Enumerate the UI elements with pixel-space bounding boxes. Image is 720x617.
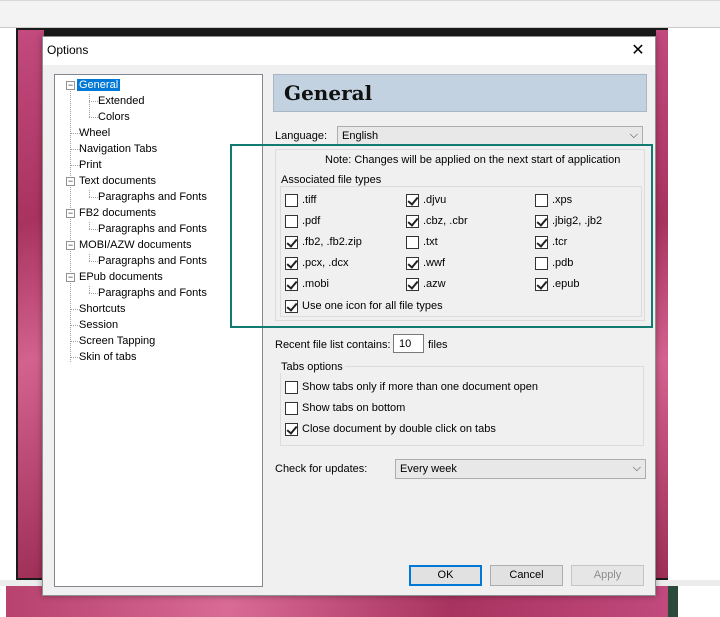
page-title: General bbox=[284, 81, 373, 105]
collapse-icon[interactable]: − bbox=[66, 273, 75, 282]
collapse-icon[interactable]: − bbox=[66, 177, 75, 186]
checkbox-label: Show tabs on bottom bbox=[302, 402, 406, 414]
tree-item-navigation-tabs[interactable]: Navigation Tabs bbox=[77, 142, 159, 157]
tree-item-label: FB2 documents bbox=[79, 207, 157, 219]
chevron-down-icon: ⌵ bbox=[629, 129, 638, 141]
tree-item-label: General bbox=[77, 79, 121, 91]
close-icon[interactable]: ✕ bbox=[621, 37, 655, 65]
tree-item-mobi-paragraphs[interactable]: Paragraphs and Fonts bbox=[96, 254, 209, 269]
tree-item-text-paragraphs[interactable]: Paragraphs and Fonts bbox=[96, 190, 209, 205]
updates-select[interactable]: Every week ⌵ bbox=[395, 459, 646, 479]
highlight-box bbox=[230, 144, 653, 328]
collapse-icon[interactable]: − bbox=[66, 241, 75, 250]
tree-item-label: Paragraphs and Fonts bbox=[98, 191, 207, 203]
recent-files-value: 10 bbox=[399, 338, 412, 350]
updates-label: Check for updates: bbox=[275, 463, 368, 475]
checkbox-box bbox=[285, 381, 298, 394]
options-dialog: Options ✕ − − − − − General Extended Col… bbox=[42, 36, 656, 596]
tree-item-text-documents[interactable]: Text documents bbox=[77, 174, 158, 189]
language-label: Language: bbox=[275, 130, 327, 142]
page-header: General bbox=[273, 74, 647, 112]
ok-button[interactable]: OK bbox=[409, 565, 482, 586]
collapse-icon[interactable]: − bbox=[66, 209, 75, 218]
tree-line-text bbox=[89, 190, 90, 197]
language-value: English bbox=[342, 130, 379, 142]
recent-files-suffix: files bbox=[428, 339, 448, 351]
tree-item-label: MOBI/AZW documents bbox=[79, 239, 192, 251]
cancel-button[interactable]: Cancel bbox=[490, 565, 563, 586]
background-corner bbox=[668, 586, 678, 617]
tree-item-extended[interactable]: Extended bbox=[96, 94, 146, 109]
chevron-down-icon: ⌵ bbox=[632, 462, 641, 474]
tree-line-fb2 bbox=[89, 222, 90, 229]
checkbox-label: Close document by double click on tabs bbox=[302, 423, 496, 435]
tree-item-label: Paragraphs and Fonts bbox=[98, 255, 207, 267]
apply-button[interactable]: Apply bbox=[571, 565, 644, 586]
tree-line-epub bbox=[89, 286, 90, 293]
tree-item-label: Paragraphs and Fonts bbox=[98, 287, 207, 299]
checkbox-box bbox=[285, 402, 298, 415]
tree-item-label: Skin of tabs bbox=[79, 351, 137, 363]
background-page-left bbox=[18, 30, 44, 578]
tree-line-root bbox=[70, 86, 71, 362]
recent-files-input[interactable]: 10 bbox=[393, 334, 424, 353]
recent-files-label: Recent file list contains: bbox=[275, 339, 391, 351]
background-page-right bbox=[656, 30, 668, 578]
tree-item-label: Session bbox=[79, 319, 119, 331]
tree-item-label: Extended bbox=[98, 95, 145, 107]
tree-item-session[interactable]: Session bbox=[77, 318, 120, 333]
tree-item-shortcuts[interactable]: Shortcuts bbox=[77, 302, 127, 317]
language-select[interactable]: English ⌵ bbox=[337, 126, 643, 145]
tree-item-epub-documents[interactable]: EPub documents bbox=[77, 270, 165, 285]
checkbox-box bbox=[285, 423, 298, 436]
toolbar-divider bbox=[0, 0, 720, 1]
tree-item-colors[interactable]: Colors bbox=[96, 110, 132, 125]
tree-item-label: Colors bbox=[98, 111, 130, 123]
tree-line-general bbox=[89, 94, 90, 117]
collapse-icon[interactable]: − bbox=[66, 81, 75, 90]
tree-item-fb2-documents[interactable]: FB2 documents bbox=[77, 206, 158, 221]
tree-item-label: Wheel bbox=[79, 127, 111, 139]
tree-item-label: Navigation Tabs bbox=[79, 143, 158, 155]
tree-item-skin-of-tabs[interactable]: Skin of tabs bbox=[77, 350, 138, 365]
tree-item-label: Shortcuts bbox=[79, 303, 126, 315]
checkbox-label: Show tabs only if more than one document… bbox=[302, 381, 539, 393]
tree-item-wheel[interactable]: Wheel bbox=[77, 126, 112, 141]
host-toolbar bbox=[0, 0, 720, 28]
tree-item-label: Paragraphs and Fonts bbox=[98, 223, 207, 235]
title-bar: Options ✕ bbox=[43, 37, 655, 65]
updates-value: Every week bbox=[400, 463, 457, 475]
tree-line-mobi bbox=[89, 254, 90, 261]
tree-item-mobi-documents[interactable]: MOBI/AZW documents bbox=[77, 238, 193, 253]
tree-item-label: Screen Tapping bbox=[79, 335, 156, 347]
tabs-options-title: Tabs options bbox=[279, 361, 345, 373]
tree-item-label: EPub documents bbox=[79, 271, 163, 283]
tree-item-epub-paragraphs[interactable]: Paragraphs and Fonts bbox=[96, 286, 209, 301]
tree-item-print[interactable]: Print bbox=[77, 158, 104, 173]
tree-item-general[interactable]: General bbox=[77, 78, 121, 93]
dialog-title: Options bbox=[47, 43, 89, 57]
tree-item-fb2-paragraphs[interactable]: Paragraphs and Fonts bbox=[96, 222, 209, 237]
tree-item-screen-tapping[interactable]: Screen Tapping bbox=[77, 334, 157, 349]
tree-item-label: Text documents bbox=[79, 175, 157, 187]
tree-item-label: Print bbox=[79, 159, 102, 171]
